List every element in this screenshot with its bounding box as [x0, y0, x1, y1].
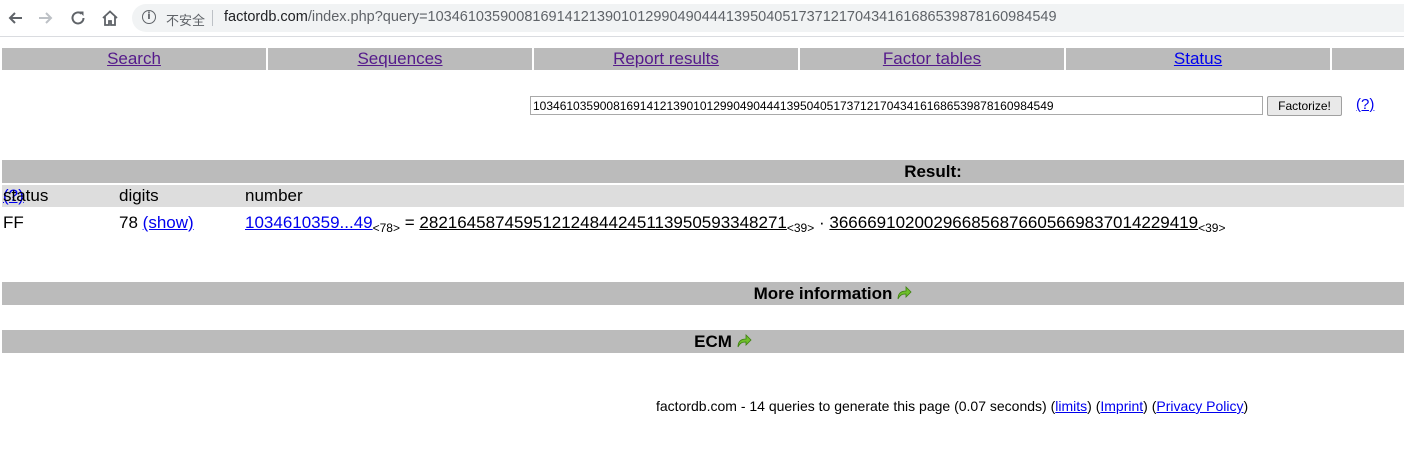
- green-arrow-icon[interactable]: [896, 286, 912, 300]
- nav-search-link[interactable]: Search: [107, 49, 161, 68]
- nav-sequences-link[interactable]: Sequences: [357, 49, 442, 68]
- url-separator: [212, 10, 213, 26]
- query-help-link[interactable]: (?): [1356, 96, 1374, 113]
- nav-cell-status: Status: [1066, 48, 1330, 70]
- security-label: 不安全: [166, 14, 206, 29]
- status-header: status (?): [3, 186, 49, 205]
- forward-icon[interactable]: [34, 6, 58, 30]
- more-information-label: More information: [753, 284, 893, 303]
- footer: factordb.com - 14 queries to generate th…: [656, 398, 1249, 414]
- ecm-label: ECM: [694, 332, 732, 351]
- url-host: factordb.com: [224, 9, 308, 25]
- url-path: /index.php?query=10346103590081691412139…: [307, 9, 1057, 25]
- show-number-link[interactable]: (show): [143, 213, 194, 232]
- privacy-policy-link[interactable]: Privacy Policy: [1156, 398, 1243, 414]
- factor-2-length: <39>: [1198, 221, 1226, 235]
- nav-status-link[interactable]: Status: [1174, 49, 1222, 68]
- browser-toolbar: i 不安全 factordb.com/index.php?query=10346…: [0, 0, 1404, 37]
- limits-link[interactable]: limits: [1055, 398, 1087, 414]
- nav-cell-search: Search: [2, 48, 266, 70]
- digits-header: digits: [119, 186, 159, 205]
- number-link[interactable]: 1034610359...49: [245, 213, 373, 232]
- nav-factor-tables-link[interactable]: Factor tables: [883, 49, 981, 68]
- nav-cell-factor-tables: Factor tables: [800, 48, 1064, 70]
- number-cell: 1034610359...49<78> = 282164587459512124…: [245, 212, 1226, 239]
- url-text[interactable]: factordb.com/index.php?query=10346103590…: [224, 9, 1057, 25]
- nav-cell-report: Report results: [534, 48, 798, 70]
- footer-text: factordb.com - 14 queries to generate th…: [656, 398, 1047, 414]
- nav-report-results-link[interactable]: Report results: [613, 49, 719, 68]
- number-header: number: [245, 186, 303, 205]
- factor-1-link[interactable]: 282164587459512124844245113950593348271: [419, 213, 786, 232]
- factorize-button[interactable]: Factorize!: [1267, 96, 1342, 116]
- status-value: FF: [3, 213, 24, 232]
- imprint-link[interactable]: Imprint: [1100, 398, 1143, 414]
- digits-cell: 78 (show): [119, 212, 194, 234]
- more-information-bar[interactable]: More information: [2, 282, 1404, 305]
- factor-2-link[interactable]: 366669102002966856876605669837014229419: [829, 213, 1198, 232]
- ecm-bar[interactable]: ECM: [2, 330, 1404, 353]
- home-icon[interactable]: [98, 6, 122, 30]
- query-input[interactable]: [530, 96, 1263, 115]
- number-length: <78>: [372, 221, 400, 235]
- result-heading: Result:: [2, 160, 1404, 183]
- equals-sign: =: [404, 213, 415, 232]
- multiply-dot: ·: [818, 213, 825, 232]
- nav-cell-sequences: Sequences: [268, 48, 532, 70]
- reload-icon[interactable]: [66, 6, 90, 30]
- site-nav: Search Sequences Report results Factor t…: [2, 48, 1404, 70]
- nav-cell-empty: [1332, 48, 1404, 70]
- green-arrow-icon[interactable]: [736, 334, 752, 348]
- address-bar[interactable]: i 不安全 factordb.com/index.php?query=10346…: [132, 4, 1404, 32]
- digits-value: 78: [119, 213, 138, 232]
- info-icon[interactable]: i: [142, 10, 156, 24]
- back-icon[interactable]: [3, 6, 27, 30]
- result-table-header: status (?) digits number: [2, 185, 1404, 207]
- factor-1-length: <39>: [786, 221, 815, 235]
- result-row: FF 78 (show) 1034610359...49<78> = 28216…: [2, 212, 1404, 238]
